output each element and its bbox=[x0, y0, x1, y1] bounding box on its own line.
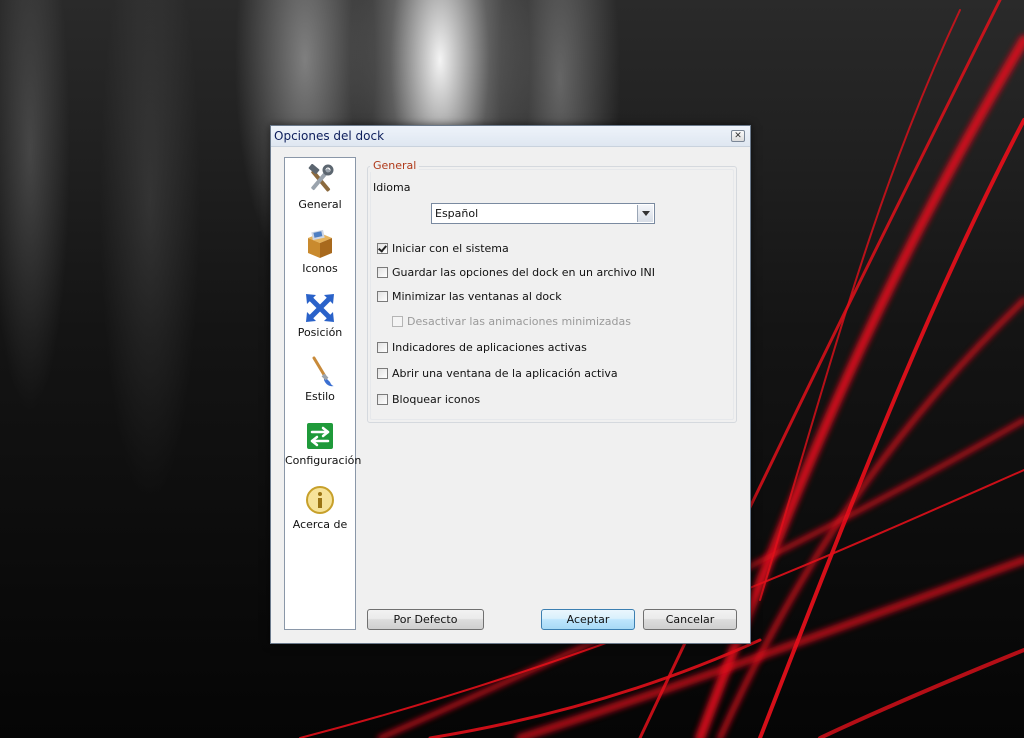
checkbox-label: Abrir una ventana de la aplicación activ… bbox=[392, 366, 618, 380]
checkbox-box[interactable] bbox=[377, 290, 388, 302]
nav-label: Configuración bbox=[285, 454, 362, 467]
info-icon bbox=[306, 486, 334, 514]
start-with-system-checkbox[interactable]: Iniciar con el sistema bbox=[377, 240, 509, 256]
disable-minimize-animations-checkbox: Desactivar las animaciones minimizadas bbox=[392, 313, 631, 329]
active-app-indicators-checkbox[interactable]: Indicadores de aplicaciones activas bbox=[377, 339, 587, 355]
nav-item-general[interactable]: General bbox=[285, 160, 355, 222]
checkbox-box[interactable] bbox=[377, 266, 388, 278]
close-icon: ✕ bbox=[734, 131, 742, 141]
close-button[interactable]: ✕ bbox=[731, 130, 745, 142]
checkbox-label: Indicadores de aplicaciones activas bbox=[392, 340, 587, 354]
paintbrush-icon bbox=[312, 356, 334, 387]
move-arrows-icon bbox=[306, 294, 334, 322]
nav-item-about[interactable]: Acerca de bbox=[285, 480, 355, 542]
box-icon bbox=[308, 229, 332, 258]
defaults-button[interactable]: Por Defecto bbox=[367, 609, 484, 630]
checkbox-box[interactable] bbox=[377, 367, 388, 379]
accept-button[interactable]: Aceptar bbox=[541, 609, 635, 630]
nav-label: General bbox=[298, 198, 342, 211]
language-label: Idioma bbox=[373, 181, 411, 194]
options-nav: General Iconos Posición Estilo Configura… bbox=[284, 157, 362, 630]
nav-label: Estilo bbox=[305, 390, 335, 403]
cancel-button[interactable]: Cancelar bbox=[643, 609, 737, 630]
group-title: General bbox=[370, 159, 420, 172]
chevron-down-icon[interactable] bbox=[637, 205, 653, 222]
window-title: Opciones del dock bbox=[274, 129, 385, 143]
nav-item-settings[interactable]: Configuración bbox=[285, 416, 362, 478]
checkbox-box[interactable] bbox=[377, 341, 388, 353]
nav-label: Iconos bbox=[302, 262, 338, 275]
nav-item-style[interactable]: Estilo bbox=[285, 352, 355, 414]
tools-icon bbox=[308, 164, 334, 192]
dock-options-dialog: Opciones del dock ✕ General Iconos Posic… bbox=[270, 125, 751, 644]
nav-item-position[interactable]: Posición bbox=[285, 288, 355, 350]
checkbox-box bbox=[392, 315, 403, 327]
checkbox-label: Bloquear iconos bbox=[392, 392, 481, 406]
checkbox-label: Iniciar con el sistema bbox=[392, 241, 509, 255]
save-ini-checkbox[interactable]: Guardar las opciones del dock en un arch… bbox=[377, 264, 655, 280]
titlebar[interactable]: Opciones del dock ✕ bbox=[271, 126, 750, 147]
nav-label: Posición bbox=[297, 326, 343, 339]
language-value: Español bbox=[435, 207, 479, 220]
checkbox-box[interactable] bbox=[377, 393, 388, 405]
exchange-arrows-icon bbox=[307, 423, 333, 449]
open-active-app-window-checkbox[interactable]: Abrir una ventana de la aplicación activ… bbox=[377, 365, 618, 381]
nav-item-icons[interactable]: Iconos bbox=[285, 224, 355, 286]
language-select[interactable]: Español bbox=[431, 203, 655, 224]
minimize-to-dock-checkbox[interactable]: Minimizar las ventanas al dock bbox=[377, 288, 562, 304]
lock-icons-checkbox[interactable]: Bloquear iconos bbox=[377, 391, 480, 407]
checkbox-label: Guardar las opciones del dock en un arch… bbox=[392, 265, 656, 279]
checkbox-box[interactable] bbox=[377, 242, 388, 254]
checkbox-label: Minimizar las ventanas al dock bbox=[392, 289, 562, 303]
nav-label: Acerca de bbox=[292, 518, 348, 531]
checkbox-label: Desactivar las animaciones minimizadas bbox=[407, 314, 631, 328]
